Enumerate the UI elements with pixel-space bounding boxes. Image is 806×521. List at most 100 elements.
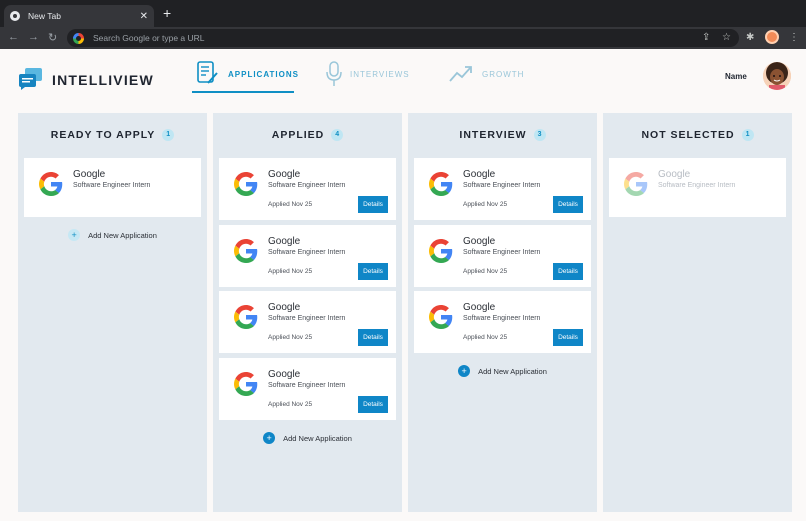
menu-kebab-icon[interactable]: ⋮ (789, 32, 799, 43)
role-title: Software Engineer Intern (463, 249, 541, 256)
google-logo-icon (234, 305, 258, 329)
count-badge: 3 (533, 129, 546, 141)
applied-date: Applied Nov 25 (268, 201, 313, 208)
google-logo-icon (429, 239, 453, 263)
reload-icon[interactable]: ↻ (48, 31, 57, 44)
application-card[interactable]: Google Software Engineer Intern (609, 158, 786, 217)
google-logo-icon (429, 172, 453, 196)
brand-name: INTELLIVIEW (52, 72, 154, 88)
nav-growth[interactable]: GROWTH (448, 61, 524, 87)
add-application-label: Add New Application (88, 230, 157, 240)
chrome-icon (10, 11, 20, 21)
details-button[interactable]: Details (553, 263, 583, 280)
bookmark-star-icon[interactable]: ☆ (722, 32, 731, 43)
company-name: Google (268, 236, 301, 247)
role-title: Software Engineer Intern (463, 182, 541, 189)
application-card[interactable]: Google Software Engineer Intern Applied … (414, 225, 591, 287)
google-logo-icon (234, 239, 258, 263)
company-name: Google (268, 302, 301, 313)
browser-profile-icon[interactable] (765, 30, 779, 44)
role-title: Software Engineer Intern (658, 182, 736, 189)
avatar[interactable] (763, 62, 791, 90)
count-badge: 1 (741, 129, 754, 141)
browser-tab-strip: New Tab ✕ + (0, 0, 806, 27)
tab-title: New Tab (28, 11, 61, 21)
google-icon (73, 32, 84, 44)
company-name: Google (73, 169, 106, 180)
plus-icon: + (68, 229, 81, 241)
close-tab-icon[interactable]: ✕ (140, 11, 148, 22)
applied-date: Applied Nov 25 (268, 268, 313, 275)
new-tab-icon[interactable]: + (163, 6, 171, 20)
nav-interviews-label: INTERVIEWS (350, 69, 410, 79)
details-button[interactable]: Details (358, 396, 388, 413)
omnibox[interactable]: Search Google or type a URL (67, 29, 739, 47)
column-header: INTERVIEW 3 (408, 129, 597, 141)
details-button[interactable]: Details (553, 196, 583, 213)
column-title: APPLIED (271, 129, 325, 141)
column-header: READY TO APPLY 1 (18, 129, 207, 141)
active-nav-indicator (192, 91, 294, 93)
application-card[interactable]: Google Software Engineer Intern Applied … (219, 158, 396, 220)
company-name: Google (463, 302, 496, 313)
column-interview: INTERVIEW 3 Google Software Engineer Int… (408, 113, 597, 512)
google-logo-icon (624, 172, 648, 196)
nav-applications[interactable]: APPLICATIONS (196, 61, 299, 87)
application-card[interactable]: Google Software Engineer Intern Applied … (414, 291, 591, 353)
applied-date: Applied Nov 25 (268, 401, 313, 408)
nav-interviews[interactable]: INTERVIEWS (326, 61, 410, 87)
applied-date: Applied Nov 25 (268, 334, 313, 341)
browser-toolbar: ← → ↻ Search Google or type a URL ⇪ ☆ ✱ … (0, 27, 806, 49)
share-icon[interactable]: ⇪ (702, 32, 710, 43)
application-card[interactable]: Google Software Engineer Intern Applied … (414, 158, 591, 220)
role-title: Software Engineer Intern (268, 249, 346, 256)
microphone-icon (326, 61, 342, 86)
applied-date: Applied Nov 25 (463, 201, 508, 208)
add-application-label: Add New Application (283, 433, 352, 443)
growth-trend-icon (449, 66, 472, 82)
company-name: Google (268, 169, 301, 180)
plus-icon: + (263, 432, 276, 444)
column-applied: APPLIED 4 Google Software Engineer Inter… (213, 113, 402, 512)
add-application-button[interactable]: + Add New Application (18, 229, 207, 241)
google-logo-icon (234, 372, 258, 396)
application-card[interactable]: Google Software Engineer Intern (24, 158, 201, 217)
add-application-button[interactable]: + Add New Application (408, 365, 597, 377)
nav-growth-label: GROWTH (482, 69, 525, 79)
user-name[interactable]: Name (725, 72, 747, 81)
details-button[interactable]: Details (553, 329, 583, 346)
google-logo-icon (234, 172, 258, 196)
column-not-selected: NOT SELECTED 1 Google Software Engineer … (603, 113, 792, 512)
role-title: Software Engineer Intern (268, 382, 346, 389)
details-button[interactable]: Details (358, 196, 388, 213)
company-name: Google (463, 236, 496, 247)
column-title: INTERVIEW (459, 129, 527, 141)
application-card[interactable]: Google Software Engineer Intern Applied … (219, 358, 396, 420)
application-card[interactable]: Google Software Engineer Intern Applied … (219, 225, 396, 287)
document-edit-icon (197, 61, 218, 84)
company-name: Google (658, 169, 691, 180)
extensions-icon[interactable]: ✱ (746, 32, 754, 43)
app-header: INTELLIVIEW APPLICATIONS INTERVIEWS GROW… (0, 49, 806, 109)
count-badge: 1 (162, 129, 175, 141)
back-icon[interactable]: ← (8, 31, 19, 43)
user-avatar-icon (763, 62, 791, 90)
details-button[interactable]: Details (358, 263, 388, 280)
forward-icon[interactable]: → (28, 31, 39, 43)
role-title: Software Engineer Intern (268, 315, 346, 322)
applied-date: Applied Nov 25 (463, 334, 508, 341)
google-logo-icon (39, 172, 63, 196)
company-name: Google (463, 169, 496, 180)
details-button[interactable]: Details (358, 329, 388, 346)
role-title: Software Engineer Intern (268, 182, 346, 189)
browser-tab[interactable]: New Tab ✕ (4, 5, 154, 27)
column-header: NOT SELECTED 1 (603, 129, 792, 141)
applied-date: Applied Nov 25 (463, 268, 508, 275)
column-title: READY TO APPLY (50, 129, 156, 141)
company-name: Google (268, 369, 301, 380)
add-application-label: Add New Application (478, 366, 547, 376)
omnibox-placeholder: Search Google or type a URL (93, 33, 205, 43)
intelliview-logo-icon (19, 68, 42, 90)
application-card[interactable]: Google Software Engineer Intern Applied … (219, 291, 396, 353)
add-application-button[interactable]: + Add New Application (213, 432, 402, 444)
